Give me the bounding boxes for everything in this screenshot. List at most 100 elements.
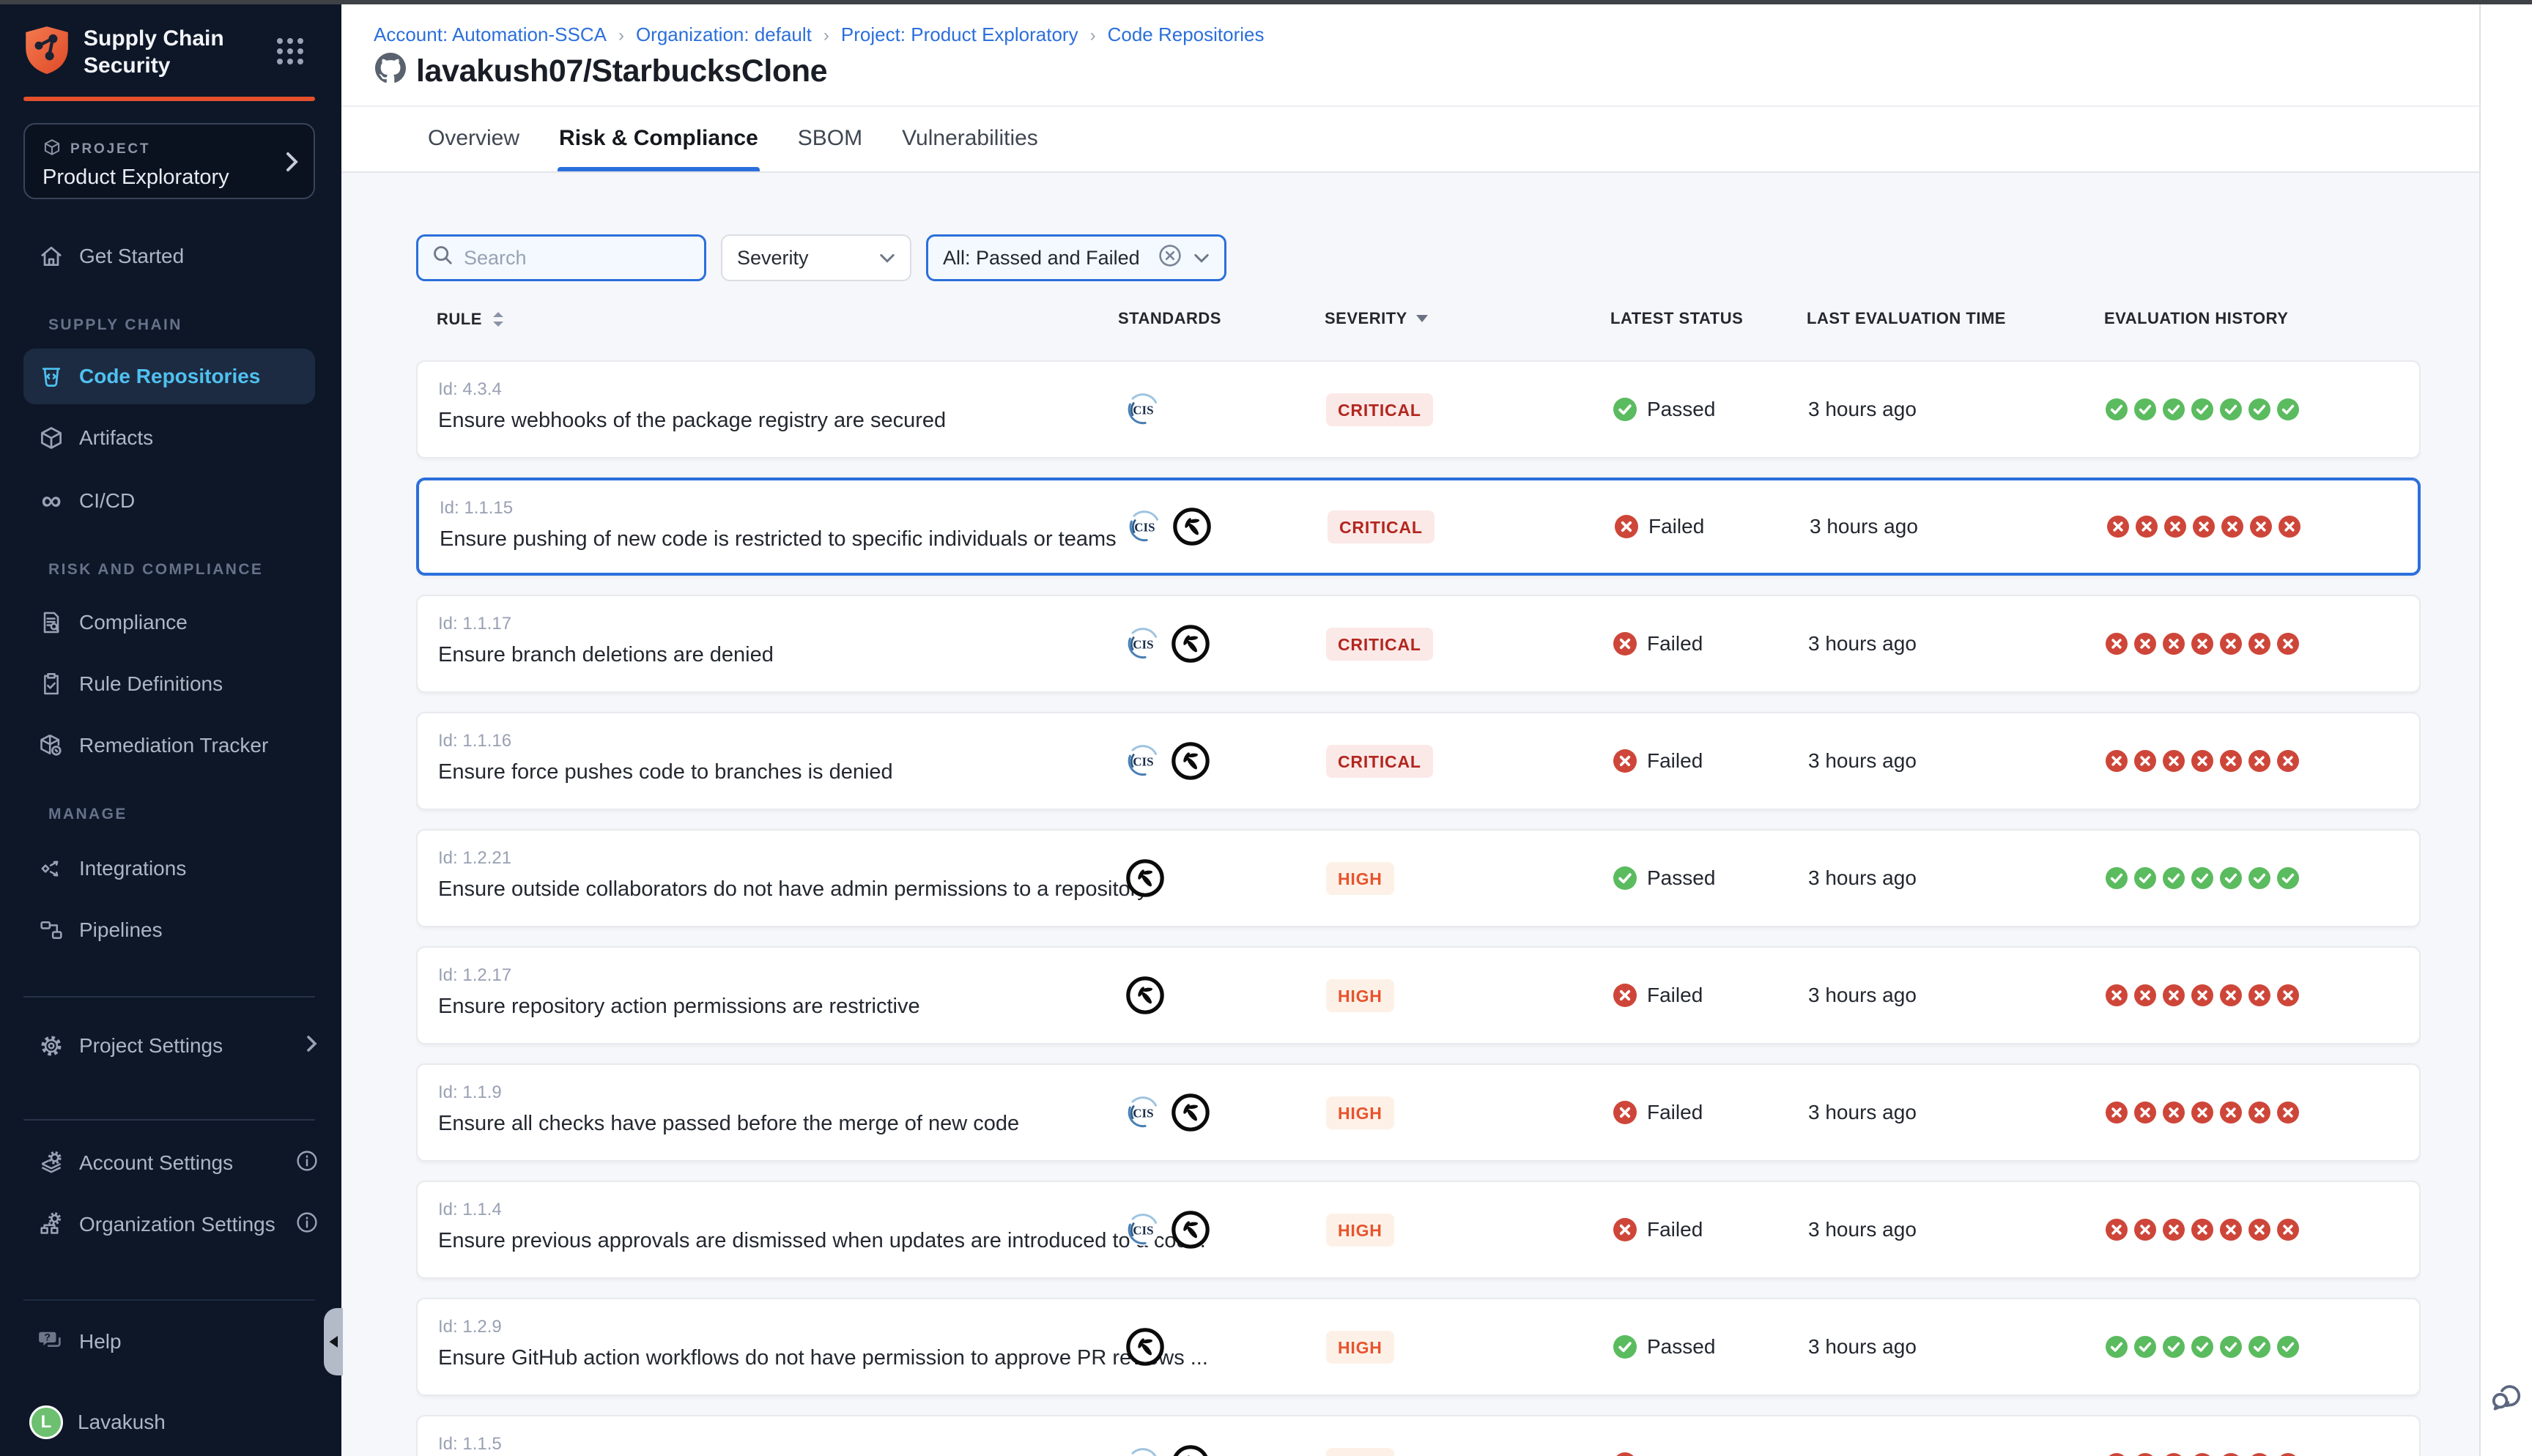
- page-title: lavakush07/StarbucksClone: [416, 53, 827, 89]
- pipelines-icon: [37, 917, 66, 943]
- sidebar-item-pipelines[interactable]: Pipelines: [0, 905, 341, 955]
- status-text: Failed: [1647, 1452, 1703, 1456]
- chat-support-icon[interactable]: [2488, 1377, 2526, 1421]
- last-evaluation-time: 3 hours ago: [1808, 1416, 1917, 1456]
- app-switcher-icon[interactable]: [277, 38, 303, 64]
- fail-icon: [1615, 515, 1638, 538]
- table-row[interactable]: Id: 1.2.21Ensure outside collaborators d…: [416, 829, 2421, 927]
- rule-id: Id: 1.1.4: [438, 1200, 502, 1220]
- standards-cell: [1125, 1299, 1165, 1394]
- table-row[interactable]: Id: 1.1.9Ensure all checks have passed b…: [416, 1063, 2421, 1162]
- section-supply-chain: SUPPLY CHAIN: [48, 316, 182, 334]
- standards-cell: CIS: [1125, 362, 1160, 457]
- breadcrumb-organization[interactable]: Organization: default: [636, 23, 812, 45]
- column-latest-status: LATEST STATUS: [1610, 309, 1743, 328]
- pass-icon: [2191, 1336, 2213, 1358]
- column-last-evaluation-time: LAST EVALUATION TIME: [1807, 309, 2006, 328]
- column-rule[interactable]: RULE: [437, 309, 507, 330]
- fail-icon: [2193, 516, 2215, 538]
- pass-icon: [1613, 1335, 1637, 1359]
- status-filter[interactable]: All: Passed and Failed: [926, 234, 1226, 281]
- fail-icon: [2164, 516, 2186, 538]
- severity-badge: HIGH: [1326, 1096, 1394, 1129]
- fail-icon: [2106, 633, 2128, 655]
- column-severity[interactable]: SEVERITY: [1325, 309, 1429, 328]
- last-evaluation-time: 3 hours ago: [1808, 362, 1917, 457]
- rule-id: Id: 1.2.17: [438, 965, 511, 986]
- status-text: Failed: [1647, 749, 1703, 773]
- column-standards: STANDARDS: [1118, 309, 1221, 328]
- fail-icon: [2191, 1219, 2213, 1241]
- search-input[interactable]: [464, 247, 684, 270]
- table-row[interactable]: Id: 1.1.16Ensure force pushes code to br…: [416, 712, 2421, 810]
- severity-cell: CRITICAL: [1326, 362, 1433, 457]
- user-menu[interactable]: L Lavakush: [0, 1397, 341, 1447]
- table-row[interactable]: Id: 1.2.9Ensure GitHub action workflows …: [416, 1298, 2421, 1396]
- fail-icon: [2106, 1453, 2128, 1456]
- sidebar-item-organization-settings[interactable]: Organization Settings: [0, 1200, 341, 1249]
- sidebar-item-cicd[interactable]: ∞ CI/CD: [0, 476, 341, 526]
- standards-cell: CIS: [1125, 1065, 1210, 1160]
- table-row[interactable]: Id: 1.1.17Ensure branch deletions are de…: [416, 595, 2421, 693]
- table-row[interactable]: Id: 4.3.4Ensure webhooks of the package …: [416, 360, 2421, 458]
- severity-badge: CRITICAL: [1326, 393, 1433, 426]
- tab-sbom[interactable]: SBOM: [796, 126, 864, 171]
- sidebar-item-project-settings[interactable]: Project Settings: [0, 1021, 341, 1071]
- last-evaluation-time: 3 hours ago: [1808, 948, 1917, 1043]
- owasp-standard-icon: [1171, 624, 1210, 664]
- table-header: RULE STANDARDS SEVERITY LATEST STATUS LA…: [416, 309, 2421, 335]
- user-name: Lavakush: [78, 1411, 166, 1434]
- fail-icon: [2277, 1453, 2299, 1456]
- svg-text:?: ?: [44, 1332, 51, 1344]
- table-row[interactable]: Id: 1.1.15Ensure pushing of new code is …: [416, 478, 2421, 576]
- fail-icon: [1613, 1452, 1637, 1456]
- svg-text:CIS: CIS: [1133, 1224, 1153, 1238]
- fail-icon: [2279, 516, 2300, 538]
- svg-text:CIS: CIS: [1133, 404, 1153, 417]
- project-selector[interactable]: PROJECT Product Exploratory: [23, 123, 315, 199]
- section-risk-and-compliance: RISK AND COMPLIANCE: [48, 561, 263, 579]
- rule-id: Id: 1.2.21: [438, 848, 511, 869]
- window-top-strip: [0, 0, 2532, 4]
- fail-icon: [2134, 1102, 2156, 1123]
- home-icon: [37, 243, 66, 270]
- sidebar-item-help[interactable]: ? Help: [0, 1317, 341, 1367]
- sidebar-item-rule-definitions[interactable]: Rule Definitions: [0, 659, 341, 709]
- fail-icon: [2191, 1453, 2213, 1456]
- rule-name: Ensure previous approvals are dismissed …: [438, 1229, 1206, 1253]
- table-row[interactable]: Id: 1.1.5CISHIGHFailed3 hours ago: [416, 1415, 2421, 1456]
- cis-standard-icon: CIS: [1125, 626, 1160, 661]
- table-row[interactable]: Id: 1.1.4 Ensure previous approvals are d…: [416, 1181, 2421, 1279]
- chevron-down-icon: [879, 247, 895, 270]
- sidebar-item-artifacts[interactable]: Artifacts: [0, 413, 341, 463]
- fail-icon: [2134, 984, 2156, 1006]
- owasp-standard-icon: [1171, 1093, 1210, 1132]
- breadcrumb-code-repositories[interactable]: Code Repositories: [1108, 23, 1265, 45]
- org-gear-icon: [37, 1211, 66, 1238]
- sidebar-item-account-settings[interactable]: Account Settings: [0, 1138, 341, 1188]
- compliance-document-icon: [37, 609, 66, 636]
- fail-icon: [2221, 516, 2243, 538]
- breadcrumb-project[interactable]: Project: Product Exploratory: [841, 23, 1078, 45]
- sidebar-item-code-repositories[interactable]: Code Repositories: [0, 349, 341, 404]
- rule-name: Ensure repository action permissions are…: [438, 995, 920, 1019]
- sidebar-collapse-handle[interactable]: [324, 1308, 343, 1375]
- breadcrumb-account[interactable]: Account: Automation-SSCA: [374, 23, 607, 45]
- table-row[interactable]: Id: 1.2.17 Ensure repository action permi…: [416, 946, 2421, 1044]
- tab-risk-and-compliance[interactable]: Risk & Compliance: [558, 126, 760, 171]
- sidebar-item-integrations[interactable]: Integrations: [0, 844, 341, 894]
- rule-name: Ensure webhooks of the package registry …: [438, 409, 946, 433]
- fail-icon: [2248, 1102, 2270, 1123]
- severity-dropdown[interactable]: Severity: [721, 234, 911, 281]
- tab-overview[interactable]: Overview: [426, 126, 521, 171]
- fail-icon: [2277, 1102, 2299, 1123]
- sidebar-item-remediation-tracker[interactable]: Remediation Tracker: [0, 721, 341, 770]
- tab-vulnerabilities[interactable]: Vulnerabilities: [900, 126, 1040, 171]
- clear-filter-icon[interactable]: [1158, 244, 1182, 272]
- evaluation-history: [2106, 1416, 2299, 1456]
- infinity-icon: ∞: [37, 487, 66, 515]
- sidebar-item-compliance[interactable]: Compliance: [0, 598, 341, 647]
- sidebar-item-get-started[interactable]: Get Started: [0, 231, 341, 281]
- fail-icon: [2248, 633, 2270, 655]
- shield-logo-icon: [23, 25, 70, 81]
